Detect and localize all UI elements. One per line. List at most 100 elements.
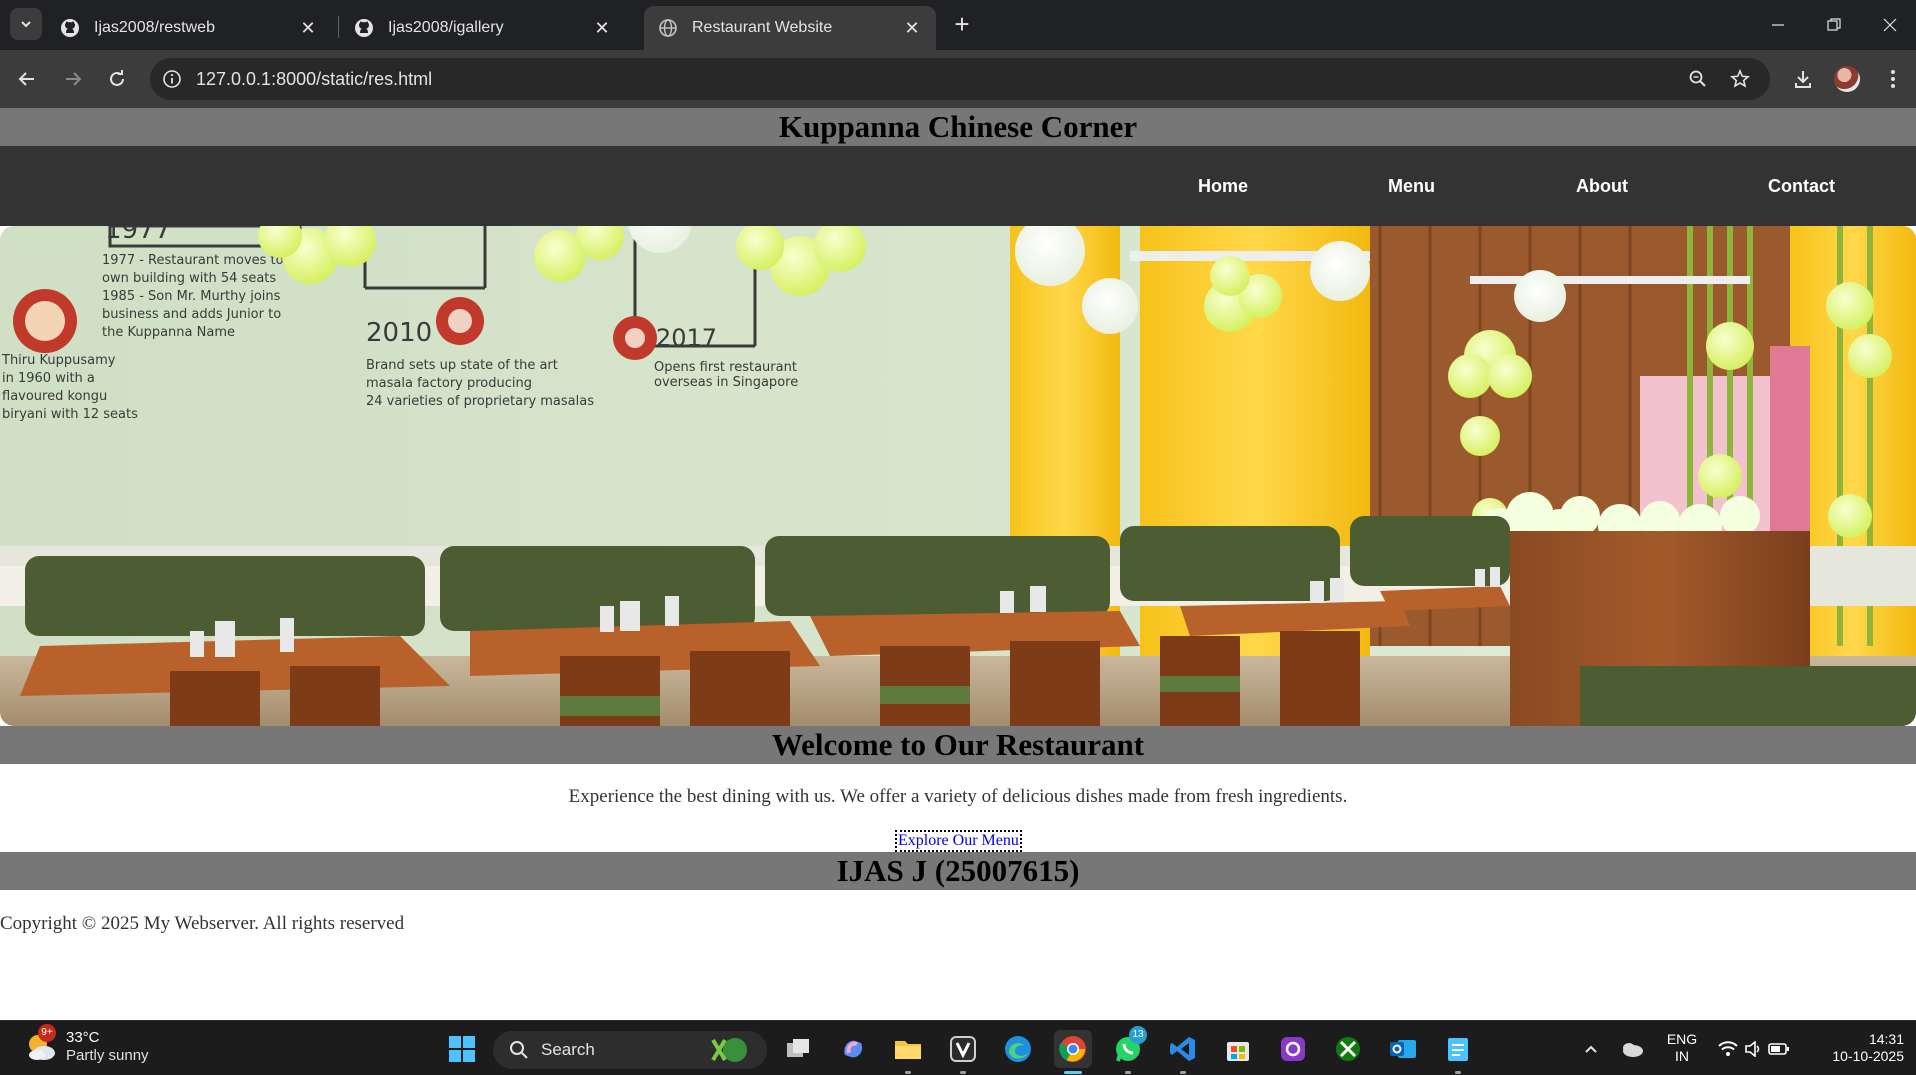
onedrive-icon[interactable] <box>1614 1030 1650 1068</box>
running-indicator <box>1180 1071 1186 1074</box>
svg-text:masala factory producing: masala factory producing <box>366 376 532 391</box>
close-icon[interactable]: ✕ <box>902 18 922 38</box>
footer-header: IJAS J (25007615) <box>0 852 1916 890</box>
address-bar[interactable]: 127.0.0.1:8000/static/res.html <box>150 58 1770 100</box>
forward-arrow-icon[interactable] <box>56 62 90 96</box>
clock-date: 10-10-2025 <box>1832 1048 1904 1064</box>
footer-title: IJAS J (25007615) <box>836 853 1080 888</box>
download-icon[interactable] <box>1786 62 1820 96</box>
svg-text:1977: 1977 <box>105 226 171 245</box>
svg-text:Thiru Kuppusamy: Thiru Kuppusamy <box>1 353 116 368</box>
site-header: Kuppanna Chinese Corner <box>0 108 1916 146</box>
search-label: Search <box>541 1040 595 1059</box>
svg-text:2017: 2017 <box>656 324 717 352</box>
site-nav: Home Menu About Contact <box>0 146 1916 226</box>
weather-temperature: 33°C <box>66 1029 100 1046</box>
back-arrow-icon[interactable] <box>10 62 44 96</box>
nav-about[interactable]: About <box>1576 146 1628 226</box>
language-indicator[interactable]: ENG IN <box>1660 1031 1704 1065</box>
svg-text:flavoured kongu: flavoured kongu <box>2 389 107 404</box>
xbox-icon[interactable] <box>1329 1030 1367 1068</box>
outlook-icon[interactable] <box>1384 1030 1422 1068</box>
copilot-icon[interactable] <box>834 1030 872 1068</box>
volume-icon <box>1745 1041 1760 1057</box>
tab-restaurant-website[interactable]: Restaurant Website ✕ <box>644 6 936 50</box>
more-menu-icon[interactable] <box>1876 62 1910 96</box>
weather-badge: 9+ <box>38 1024 56 1042</box>
browser-tab-bar: Ijas2008/restweb ✕ Ijas2008/igallery ✕ R… <box>0 0 1916 50</box>
svg-text:own building with 54 seats: own building with 54 seats <box>102 271 276 286</box>
close-window-icon[interactable] <box>1862 0 1916 50</box>
running-indicator <box>1455 1071 1461 1074</box>
web-page: Kuppanna Chinese Corner Home Menu About … <box>0 108 1916 1020</box>
nav-home[interactable]: Home <box>1198 146 1248 226</box>
running-indicator <box>960 1071 966 1074</box>
tab-igallery[interactable]: Ijas2008/igallery ✕ <box>340 6 626 50</box>
windows-start-icon[interactable] <box>443 1030 481 1068</box>
globe-icon <box>658 18 678 38</box>
site-info-icon[interactable] <box>160 67 184 91</box>
new-tab-button[interactable]: + <box>948 9 976 39</box>
clock-time: 14:31 <box>1868 1031 1904 1047</box>
tab-separator <box>338 16 339 38</box>
search-highlight-icon <box>711 1038 747 1062</box>
zoom-icon[interactable] <box>1686 67 1710 91</box>
running-indicator <box>905 1071 911 1074</box>
language-region: IN <box>1675 1048 1689 1064</box>
nav-contact[interactable]: Contact <box>1768 146 1835 226</box>
svg-text:biryani with 12 seats: biryani with 12 seats <box>2 407 138 422</box>
partly-sunny-icon: 9+ <box>24 1024 58 1064</box>
svg-text:1977 - Restaurant moves to: 1977 - Restaurant moves to <box>102 253 284 268</box>
welcome-section-header: Welcome to Our Restaurant <box>0 726 1916 764</box>
svg-text:the Kuppanna Name: the Kuppanna Name <box>102 325 235 340</box>
bookmark-star-icon[interactable] <box>1728 67 1752 91</box>
restore-icon[interactable] <box>1806 0 1862 50</box>
battery-icon <box>1768 1043 1789 1055</box>
weather-widget[interactable]: 9+ 33°C Partly sunny <box>24 1024 149 1065</box>
chevron-down-icon <box>21 21 31 28</box>
wifi-icon <box>1718 1041 1738 1056</box>
tab-search-button[interactable] <box>10 8 42 40</box>
svg-text:Opens first restaurant: Opens first restaurant <box>654 360 797 375</box>
search-icon <box>510 1041 528 1059</box>
whatsapp-icon[interactable]: 13 <box>1109 1026 1147 1074</box>
tab-title: Restaurant Website <box>692 19 833 36</box>
copyright-text: Copyright © 2025 My Webserver. All right… <box>0 913 405 934</box>
close-icon[interactable]: ✕ <box>298 18 318 38</box>
svg-text:1985 - Son Mr. Murthy joins: 1985 - Son Mr. Murthy joins <box>102 289 281 304</box>
language-code: ENG <box>1666 1031 1698 1047</box>
tab-restweb[interactable]: Ijas2008/restweb ✕ <box>46 6 332 50</box>
taskbar-search[interactable]: Search <box>493 1031 767 1069</box>
file-explorer-icon[interactable] <box>889 1030 927 1074</box>
windows-taskbar: 9+ 33°C Partly sunny Search 13 ENG IN 14… <box>0 1020 1916 1075</box>
github-icon <box>354 18 374 38</box>
notepad-icon[interactable] <box>1439 1030 1477 1074</box>
svg-text:business and adds Junior to: business and adds Junior to <box>102 307 281 322</box>
task-view-icon[interactable] <box>779 1030 817 1068</box>
avatar <box>1834 66 1860 92</box>
browser-toolbar: 127.0.0.1:8000/static/res.html <box>0 50 1916 108</box>
media-app-icon[interactable] <box>944 1030 982 1074</box>
profile-avatar[interactable] <box>1830 62 1864 96</box>
site-title: Kuppanna Chinese Corner <box>778 109 1138 144</box>
edge-icon[interactable] <box>999 1030 1037 1068</box>
svg-text:in 1960 with a: in 1960 with a <box>2 371 95 386</box>
welcome-text: Experience the best dining with us. We o… <box>568 786 1348 807</box>
chrome-icon[interactable] <box>1054 1030 1092 1074</box>
vscode-icon[interactable] <box>1164 1030 1202 1074</box>
reload-icon[interactable] <box>100 62 134 96</box>
nav-menu[interactable]: Menu <box>1388 146 1435 226</box>
github-icon <box>60 18 80 38</box>
svg-text:Brand sets up state of the art: Brand sets up state of the art <box>366 358 558 373</box>
svg-text:24 varieties of proprietary ma: 24 varieties of proprietary masalas <box>366 394 594 409</box>
chevron-up-icon[interactable] <box>1574 1030 1608 1068</box>
microsoft-store-icon[interactable] <box>1219 1030 1257 1068</box>
camera-app-icon[interactable] <box>1274 1030 1312 1068</box>
close-icon[interactable]: ✕ <box>592 18 612 38</box>
minimize-icon[interactable] <box>1750 0 1806 50</box>
whatsapp-badge: 13 <box>1129 1026 1147 1044</box>
explore-menu-link[interactable]: Explore Our Menu <box>895 830 1022 852</box>
clock[interactable]: 14:31 10-10-2025 <box>1808 1031 1904 1065</box>
weather-description: Partly sunny <box>66 1047 149 1064</box>
quick-settings[interactable] <box>1714 1030 1794 1068</box>
